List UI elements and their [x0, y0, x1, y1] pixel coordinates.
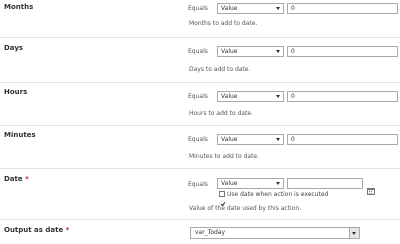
use-execution-date-checkbox[interactable] — [219, 191, 226, 207]
output-variable-value: var_Today — [195, 229, 226, 236]
date-label: Date — [4, 175, 23, 183]
value-type-select[interactable]: Value — [217, 3, 284, 14]
divider — [0, 37, 400, 38]
checkbox-label: Use date when action is executed — [227, 191, 329, 198]
value-type-selected: Value — [221, 5, 238, 12]
field-label: Months — [4, 3, 34, 11]
value-type-select[interactable]: Value — [217, 134, 284, 145]
help-text: Hours to add to date. — [189, 110, 253, 117]
chevron-down-icon — [276, 138, 280, 141]
chevron-down-icon — [352, 232, 356, 235]
operator-label: Equals — [188, 5, 208, 12]
days-input[interactable]: 0 — [287, 46, 398, 57]
value-type-selected: Value — [221, 48, 238, 55]
value-type-select[interactable]: Value — [217, 91, 284, 102]
output-variable-select[interactable]: var_Today — [190, 227, 360, 239]
hours-input[interactable]: 0 — [287, 91, 398, 102]
field-label: Minutes — [4, 131, 36, 139]
field-label: Hours — [4, 88, 28, 96]
help-text: Minutes to add to date. — [189, 153, 260, 160]
required-marker: * — [65, 226, 70, 234]
date-input[interactable] — [287, 178, 363, 189]
value-type-selected: Value — [221, 93, 238, 100]
minutes-input[interactable]: 0 — [287, 134, 398, 145]
operator-label: Equals — [188, 181, 208, 188]
divider — [0, 125, 400, 126]
field-label: Days — [4, 44, 24, 52]
operator-label: Equals — [188, 136, 208, 143]
help-text: Days to add to date. — [189, 66, 251, 73]
value-type-select[interactable]: Value — [217, 178, 284, 189]
calendar-icon[interactable] — [367, 180, 375, 195]
value-type-selected: Value — [221, 136, 238, 143]
divider — [0, 219, 400, 220]
field-label: Date * — [4, 175, 29, 183]
months-input[interactable]: 0 — [287, 3, 398, 14]
chevron-down-icon — [276, 95, 280, 98]
value-type-selected: Value — [221, 180, 238, 187]
chevron-down-icon — [276, 50, 280, 53]
chevron-down-icon — [276, 7, 280, 10]
dropdown-button[interactable] — [349, 228, 359, 238]
help-text: Value of the date used by this action. — [189, 205, 302, 212]
operator-label: Equals — [188, 93, 208, 100]
output-label: Output as date — [4, 226, 64, 234]
value-type-select[interactable]: Value — [217, 46, 284, 57]
divider — [0, 82, 400, 83]
operator-label: Equals — [188, 48, 208, 55]
help-text: Months to add to date. — [189, 20, 258, 27]
field-label: Output as date * — [4, 226, 69, 234]
chevron-down-icon — [276, 182, 280, 185]
required-marker: * — [25, 175, 29, 183]
divider — [0, 168, 400, 169]
